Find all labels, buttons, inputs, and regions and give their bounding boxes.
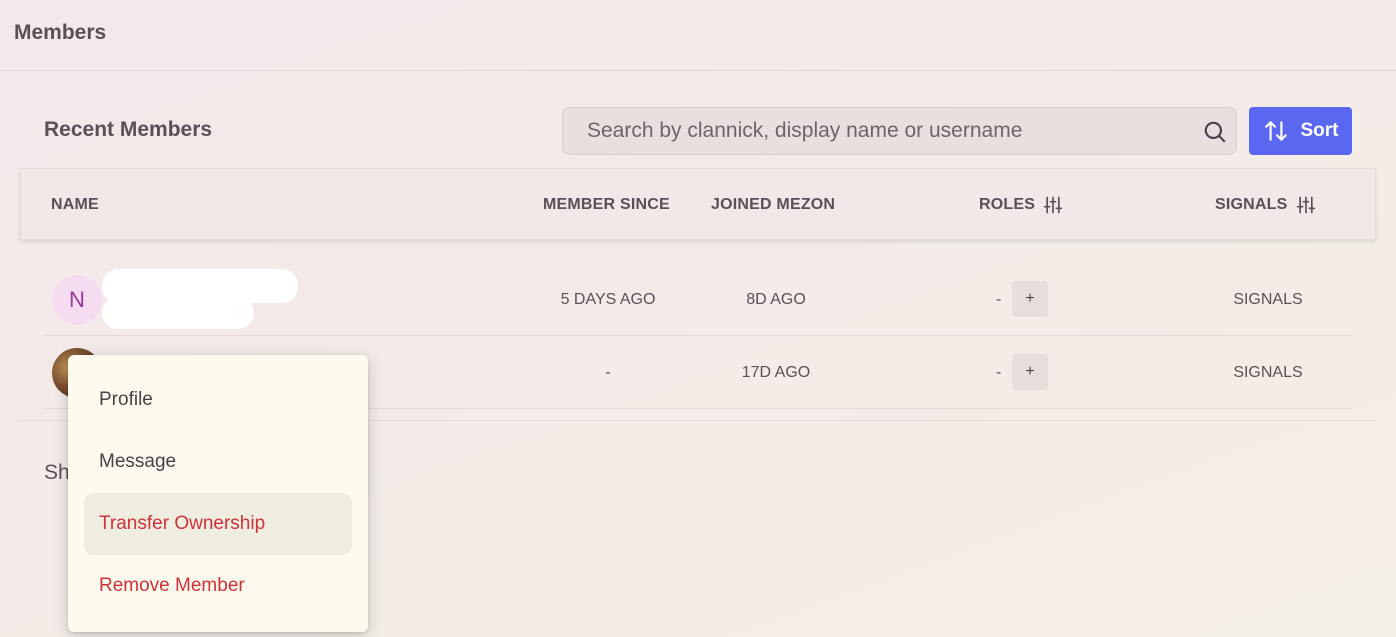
search-icon[interactable]: [1202, 119, 1228, 145]
sort-arrows-icon: [1264, 121, 1287, 141]
menu-item-message[interactable]: Message: [84, 431, 352, 493]
menu-item-profile[interactable]: Profile: [84, 369, 352, 431]
table-header: NAME MEMBER SINCE JOINED MEZON ROLES SIG…: [20, 168, 1376, 240]
table-row[interactable]: N 5 DAYS AGO 8D AGO - + SIGNALS: [44, 263, 1352, 336]
search-box[interactable]: [562, 107, 1237, 155]
signals-filter-icon[interactable]: [1296, 195, 1316, 215]
joined-value: 17D AGO: [741, 363, 811, 381]
roles-value: -: [996, 363, 1002, 381]
signals-value[interactable]: SIGNALS: [1208, 336, 1328, 409]
column-member-since[interactable]: MEMBER SINCE: [543, 169, 670, 241]
member-since-value: 5 DAYS AGO: [560, 290, 656, 308]
signals-value[interactable]: SIGNALS: [1208, 263, 1328, 336]
sort-button[interactable]: Sort: [1249, 107, 1352, 155]
search-input[interactable]: [587, 108, 1187, 154]
page-title: Members: [14, 21, 107, 44]
top-bar: Members: [0, 0, 1396, 71]
redacted-username: [102, 297, 254, 329]
column-signals: SIGNALS: [1215, 169, 1316, 241]
column-joined-label: JOINED MEZON: [711, 196, 836, 213]
column-roles: ROLES: [979, 169, 1063, 241]
menu-item-transfer-ownership[interactable]: Transfer Ownership: [84, 493, 352, 555]
column-member-since-label: MEMBER SINCE: [543, 196, 670, 213]
member-context-menu: Profile Message Transfer Ownership Remov…: [68, 355, 368, 632]
roles-filter-icon[interactable]: [1043, 195, 1063, 215]
column-roles-label: ROLES: [979, 196, 1036, 213]
section-title: Recent Members: [44, 118, 213, 141]
add-role-button[interactable]: +: [1012, 281, 1048, 317]
joined-value: 8D AGO: [746, 290, 806, 308]
menu-item-remove-member[interactable]: Remove Member: [84, 555, 352, 617]
add-role-button[interactable]: +: [1012, 354, 1048, 390]
sort-label: Sort: [1300, 120, 1339, 141]
column-joined[interactable]: JOINED MEZON: [711, 169, 835, 241]
column-name[interactable]: NAME: [51, 169, 99, 241]
pagination-show-label: Sh: [44, 461, 70, 484]
column-name-label: NAME: [51, 196, 99, 213]
column-signals-label: SIGNALS: [1215, 196, 1288, 213]
member-since-value: -: [605, 363, 611, 381]
roles-value: -: [996, 290, 1002, 308]
avatar: N: [52, 275, 102, 325]
